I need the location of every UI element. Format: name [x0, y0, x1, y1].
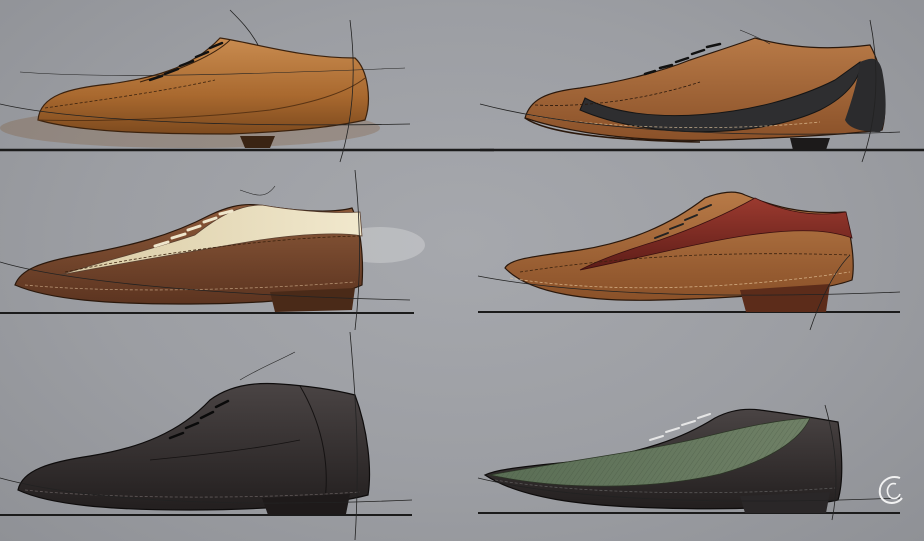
- shoe-sketches: [0, 9, 924, 541]
- shoe-brown-cream-panel: [0, 169, 425, 331]
- sketch-sheet: [0, 0, 924, 541]
- artist-monogram-icon: [878, 476, 903, 504]
- shoe-green-grey-dress: [477, 404, 901, 521]
- shoe-dark-chukka: [0, 331, 413, 541]
- shoe-tan-burgundy: [477, 191, 901, 331]
- shoe-tan-oxford: [0, 9, 494, 163]
- shoe-brown-black-swoosh: [479, 19, 924, 163]
